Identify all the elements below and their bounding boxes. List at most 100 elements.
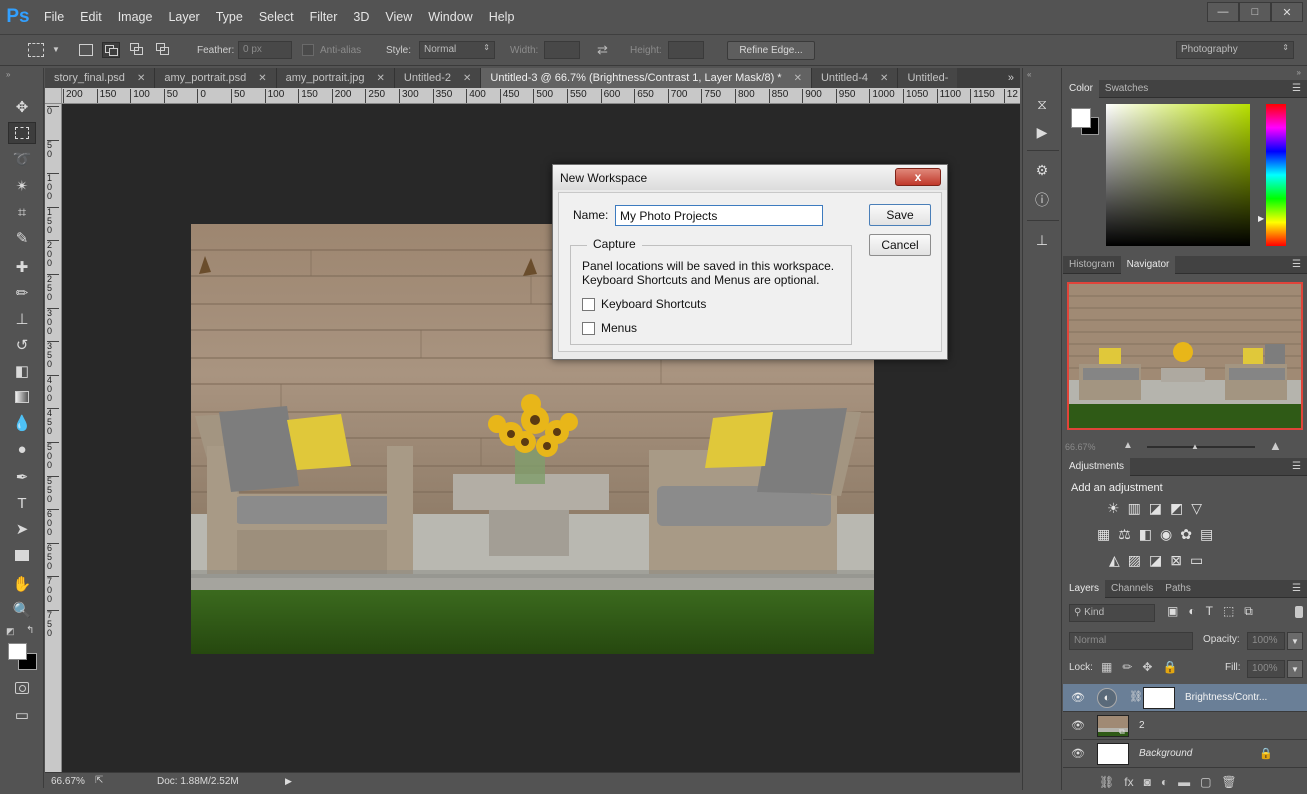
link-layers-icon[interactable]: ⛓	[1099, 775, 1114, 789]
hue-slider[interactable]	[1266, 104, 1286, 246]
panel-menu-icon[interactable]: ☰	[1292, 461, 1301, 472]
tab-histogram[interactable]: Histogram	[1063, 256, 1121, 274]
close-icon[interactable]: ✕	[137, 73, 145, 84]
panel-menu-icon[interactable]: ☰	[1292, 583, 1301, 594]
menu-layer[interactable]: Layer	[160, 10, 207, 24]
blend-mode-select[interactable]: Normal	[1069, 632, 1193, 650]
delete-layer-icon[interactable]: 🗑	[1221, 775, 1236, 789]
collapse-icon[interactable]: »	[1297, 68, 1301, 77]
clone-stamp-tool-icon[interactable]: ⊥	[8, 308, 36, 330]
workspace-name-input[interactable]	[615, 205, 823, 226]
tab-navigator[interactable]: Navigator	[1120, 255, 1176, 274]
export-icon[interactable]: ⇱	[95, 775, 103, 786]
eraser-tool-icon[interactable]: ◧	[8, 360, 36, 382]
move-tool-icon[interactable]: ✥	[8, 96, 36, 118]
tab-story-final[interactable]: story_final.psd ✕	[45, 68, 156, 88]
tab-color[interactable]: Color	[1063, 79, 1099, 98]
link-icon[interactable]: ⛓	[1129, 690, 1143, 703]
magic-wand-tool-icon[interactable]: ✴	[8, 175, 36, 197]
menu-window[interactable]: Window	[420, 10, 480, 24]
actions-play-icon[interactable]: ▶	[1031, 122, 1053, 142]
foreground-color-swatch[interactable]	[1071, 108, 1091, 128]
blur-tool-icon[interactable]: 💧	[8, 412, 36, 434]
more-tabs-icon[interactable]: »	[1002, 68, 1020, 88]
menu-image[interactable]: Image	[110, 10, 161, 24]
tab-channels[interactable]: Channels	[1105, 580, 1159, 598]
history-icon[interactable]: ⧖	[1031, 94, 1053, 114]
menus-label[interactable]: Menus	[601, 321, 637, 335]
navigator-zoom[interactable]: 66.67%	[1065, 442, 1096, 452]
eye-icon[interactable]: 👁	[1071, 691, 1085, 704]
zoom-out-icon[interactable]: ▲	[1123, 440, 1133, 451]
filter-pixel-icon[interactable]: ▣	[1167, 604, 1178, 619]
tab-amy-portrait-jpg[interactable]: amy_portrait.jpg ✕	[276, 68, 395, 88]
tab-adjustments[interactable]: Adjustments	[1063, 457, 1131, 476]
layer-style-icon[interactable]: fx	[1124, 775, 1133, 789]
rectangle-tool-icon[interactable]	[8, 544, 36, 566]
invert-icon[interactable]: ◭	[1109, 552, 1120, 569]
posterize-icon[interactable]: ▨	[1128, 552, 1141, 569]
zoom-tool-icon[interactable]: 🔍	[8, 599, 36, 621]
new-adjustment-icon[interactable]: ◐	[1161, 775, 1168, 789]
curves-icon[interactable]: ◪	[1149, 500, 1162, 517]
intersect-selection-icon[interactable]	[156, 43, 170, 57]
selective-color-icon[interactable]: ⊠	[1170, 552, 1182, 569]
keyboard-shortcuts-checkbox[interactable]	[582, 298, 595, 311]
hue-saturation-icon[interactable]: ▦	[1097, 526, 1110, 543]
eyedropper-tool-icon[interactable]: ✎	[8, 227, 36, 249]
close-icon[interactable]: ✕	[794, 73, 802, 84]
filter-shape-icon[interactable]: ⬚	[1223, 604, 1234, 619]
layer-mask-thumbnail[interactable]	[1143, 687, 1175, 709]
eye-icon[interactable]: 👁	[1071, 719, 1085, 732]
menu-3d[interactable]: 3D	[345, 10, 377, 24]
minimize-icon[interactable]: —	[1207, 2, 1239, 22]
new-selection-icon[interactable]	[79, 44, 93, 56]
black-white-icon[interactable]: ◧	[1139, 526, 1152, 543]
chevron-down-icon[interactable]: ▼	[1287, 632, 1303, 650]
clone-source-icon[interactable]: ⊥	[1031, 230, 1053, 250]
feather-input[interactable]: 0 px	[238, 41, 292, 59]
maximize-icon[interactable]: □	[1239, 2, 1271, 22]
lock-pixels-icon[interactable]: ✏	[1122, 660, 1132, 674]
swap-icon[interactable]: ⇄	[597, 42, 608, 58]
close-icon[interactable]: ✕	[258, 73, 266, 84]
close-icon[interactable]: ✕	[880, 73, 888, 84]
tab-untitled-3[interactable]: Untitled-3 @ 66.7% (Brightness/Contrast …	[481, 68, 812, 88]
brush-tool-icon[interactable]: ✏	[8, 282, 36, 304]
quick-mask-icon[interactable]	[8, 677, 36, 699]
chevron-down-icon[interactable]: ▼	[52, 45, 60, 54]
color-field[interactable]	[1106, 104, 1250, 246]
style-select[interactable]: Normal ⇕	[419, 41, 495, 59]
filter-toggle[interactable]	[1295, 606, 1303, 618]
tab-untitled-2[interactable]: Untitled-2 ✕	[394, 68, 482, 88]
levels-icon[interactable]: ▥	[1128, 500, 1141, 517]
subtract-selection-icon[interactable]	[130, 43, 144, 57]
refine-edge-button[interactable]: Refine Edge...	[727, 41, 815, 60]
properties-icon[interactable]: ⚙	[1031, 160, 1053, 180]
opacity-input[interactable]: 100%	[1247, 632, 1285, 650]
panel-menu-icon[interactable]: ☰	[1292, 83, 1301, 94]
keyboard-shortcuts-label[interactable]: Keyboard Shortcuts	[601, 297, 706, 311]
close-icon[interactable]: ✕	[1271, 2, 1303, 22]
cancel-button[interactable]: Cancel	[869, 234, 931, 256]
menu-select[interactable]: Select	[251, 10, 302, 24]
photo-filter-icon[interactable]: ◉	[1160, 526, 1172, 543]
channel-mixer-icon[interactable]: ✿	[1180, 526, 1192, 543]
lock-all-icon[interactable]: 🔒	[1162, 660, 1177, 674]
tab-untitled-4[interactable]: Untitled-4 ✕	[811, 68, 899, 88]
hue-slider-handle[interactable]: ▶	[1258, 214, 1264, 223]
status-menu-arrow-icon[interactable]: ▶	[285, 776, 292, 787]
healing-brush-tool-icon[interactable]: ✚	[8, 256, 36, 278]
layer-row[interactable]: 👁 Background 🔒	[1063, 740, 1307, 768]
hand-tool-icon[interactable]: ✋	[8, 573, 36, 595]
close-icon[interactable]: ✕	[377, 73, 385, 84]
filter-adjustment-icon[interactable]: ◐	[1188, 604, 1195, 619]
navigator-slider-handle[interactable]: ▲	[1191, 442, 1199, 451]
screen-mode-icon[interactable]: ▭	[8, 704, 36, 726]
layer-row[interactable]: 👁 ◐ ⛓ Brightness/Contr...	[1063, 684, 1307, 712]
dialog-close-button[interactable]: x	[895, 168, 941, 186]
width-input[interactable]	[544, 41, 580, 59]
workspace-select[interactable]: Photography ⇕	[1176, 41, 1294, 59]
vibrance-icon[interactable]: ▽	[1191, 500, 1202, 517]
layer-name[interactable]: Brightness/Contr...	[1185, 692, 1267, 703]
